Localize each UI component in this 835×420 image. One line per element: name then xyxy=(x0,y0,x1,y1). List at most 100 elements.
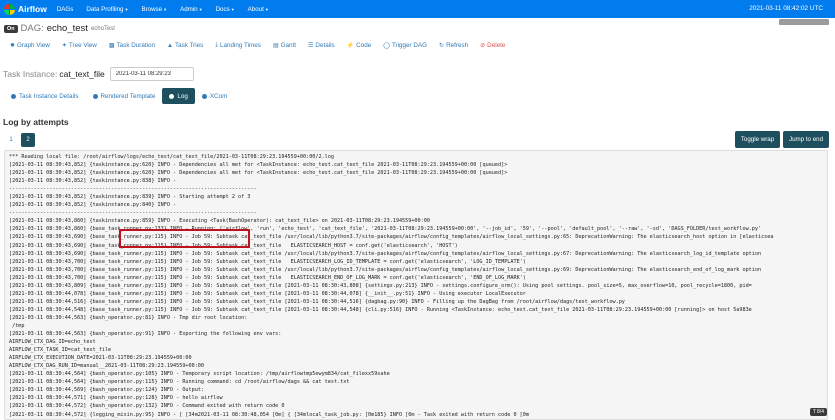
brand-name: Airflow xyxy=(18,4,47,14)
nav-dags-label: DAGs xyxy=(56,5,74,13)
log-line: [2021-03-11 08:30:43,860] {base_task_run… xyxy=(9,226,762,233)
bullet-icon xyxy=(92,93,98,99)
bullet-icon xyxy=(11,93,16,99)
chevron-down-icon: ▼ xyxy=(163,6,168,12)
task-tries-link[interactable]: ▲ Task Tries xyxy=(167,42,203,49)
log-line: [2021-03-11 08:30:44,563] {bash_operator… xyxy=(9,314,248,321)
nav-data-profiling-label: Data Profiling xyxy=(86,5,124,13)
task-tries-label: Task Tries xyxy=(174,42,204,49)
log-line: [2021-03-11 08:30:43,860] {taskinstance.… xyxy=(9,218,430,225)
log-line: [2021-03-11 08:30:43,700] {base_task_run… xyxy=(9,274,526,281)
dag-action-nav: ✹ Graph View ✦ Tree View ▩ Task Duration ▲ T… xyxy=(10,42,517,49)
nav-browse[interactable]: Browse▼ xyxy=(141,6,167,13)
gantt-icon: ▤ xyxy=(272,43,279,49)
log-line: [2021-03-11 08:30:44,563] {bash_operator… xyxy=(9,331,282,338)
landing-times-label: Landing Times xyxy=(219,42,261,49)
tries-icon: ▲ xyxy=(167,42,173,49)
bullet-icon xyxy=(169,93,175,99)
delete-label: Delete xyxy=(487,42,506,49)
log-line: [2021-03-11 08:30:44,572] {logging_mixin… xyxy=(9,411,529,418)
tree-view-label: Tree View xyxy=(68,42,97,49)
log-line: AIRFLOW_CTX_TASK_ID=cat_text_file xyxy=(9,347,112,354)
tab-log[interactable]: Log xyxy=(162,88,195,104)
brand[interactable]: Airflow xyxy=(4,3,47,15)
graph-view-link[interactable]: ✹ Graph View xyxy=(10,42,50,49)
dag-prefix: DAG: xyxy=(20,23,44,34)
nav-about-label: About xyxy=(247,5,264,13)
trigger-icon: ◯ xyxy=(383,43,390,49)
log-line: [2021-03-11 08:30:43,690] {base_task_run… xyxy=(9,250,762,257)
log-line: ----------------------------------------… xyxy=(9,210,257,217)
attempt-tab-2[interactable]: 2 xyxy=(21,133,35,147)
refresh-label: Refresh xyxy=(446,42,469,49)
execution-date-input[interactable] xyxy=(109,67,194,81)
nav-docs[interactable]: Docs▼ xyxy=(216,6,235,13)
log-line: /tmp xyxy=(9,322,25,329)
tab-xcom[interactable]: XCom xyxy=(195,88,235,104)
nav-data-profiling[interactable]: Data Profiling▼ xyxy=(86,6,128,13)
schedule-badge xyxy=(779,19,829,25)
log-line: [2021-03-11 08:30:43,690] {base_task_run… xyxy=(9,234,774,241)
task-instance-label: Task Instance: xyxy=(3,69,58,79)
utc-clock: 2021-03-11 08:42:02 UTC xyxy=(749,5,823,12)
log-line: [2021-03-11 08:30:43,690] {base_task_run… xyxy=(9,242,458,249)
task-instance-name: cat_text_file xyxy=(59,69,105,79)
details-label: Details xyxy=(315,42,335,49)
chevron-down-icon: ▼ xyxy=(230,6,235,12)
log-line: [2021-03-11 08:30:44,516] {base_task_run… xyxy=(9,298,625,305)
details-link[interactable]: ☰ Details xyxy=(308,42,335,49)
log-output[interactable]: *** Reading local file: /root/airflow/lo… xyxy=(4,150,828,420)
log-line: [2021-03-11 08:30:43,852] {taskinstance.… xyxy=(9,178,177,185)
task-duration-link[interactable]: ▩ Task Duration xyxy=(109,42,155,49)
trigger-dag-link[interactable]: ◯ Trigger DAG xyxy=(383,42,427,49)
log-line: [2021-03-11 08:30:44,548] {base_task_run… xyxy=(9,306,752,313)
tab-rendered-template[interactable]: Rendered Template xyxy=(86,88,163,104)
bullet-icon xyxy=(201,93,207,99)
log-line: *** Reading local file: /root/airflow/lo… xyxy=(9,154,334,160)
task-duration-label: Task Duration xyxy=(116,42,156,49)
log-line: [2021-03-11 08:30:43,852] {taskinstance.… xyxy=(9,194,251,201)
delete-link[interactable]: ⊘ Delete xyxy=(480,42,505,49)
log-line: [2021-03-11 08:30:43,809] {base_task_run… xyxy=(9,282,752,289)
log-line: [2021-03-11 08:30:44,571] {bash_operator… xyxy=(9,395,223,402)
log-line: [2021-03-11 08:30:44,564] {bash_operator… xyxy=(9,379,350,386)
task-instance-row: Task Instance: cat_text_file xyxy=(3,67,194,81)
gantt-link[interactable]: ▤ Gantt xyxy=(273,42,296,49)
corner-badge: T 8/4 xyxy=(809,408,827,416)
graph-icon: ✹ xyxy=(10,43,16,49)
log-heading: Log by attempts xyxy=(3,117,69,127)
tree-view-link[interactable]: ✦ Tree View xyxy=(62,42,97,49)
log-line: [2021-03-11 08:30:44,078] {base_task_run… xyxy=(9,290,526,297)
nav-dags[interactable]: DAGs xyxy=(57,6,74,13)
tab-label: Rendered Template xyxy=(100,92,156,100)
log-line: [2021-03-11 08:30:43,700] {base_task_run… xyxy=(9,266,762,273)
code-link[interactable]: ⚡ Code xyxy=(347,42,372,49)
landing-times-link[interactable]: ⤓ Landing Times xyxy=(215,42,261,49)
graph-view-label: Graph View xyxy=(17,42,50,49)
attempt-tab-1[interactable]: 1 xyxy=(4,133,18,147)
nav-about[interactable]: About▼ xyxy=(248,6,269,13)
log-line: AIRFLOW_CTX_DAG_ID=echo_test xyxy=(9,339,96,346)
toggle-wrap-button[interactable]: Toggle wrap xyxy=(735,131,780,148)
log-line: [2021-03-11 08:30:43,852] {taskinstance.… xyxy=(9,202,177,209)
dag-title: echo_test xyxy=(46,23,88,34)
jump-to-end-button[interactable]: Jump to end xyxy=(783,131,829,148)
dag-on-toggle[interactable]: On xyxy=(4,24,18,33)
refresh-link[interactable]: ↻ Refresh xyxy=(439,42,468,49)
nav-admin-label: Admin xyxy=(180,5,198,13)
log-line: [2021-03-11 08:30:43,852] {taskinstance.… xyxy=(9,162,508,169)
details-icon: ☰ xyxy=(308,43,314,49)
log-line: AIRFLOW_CTX_EXECUTION_DATE=2021-03-11T08… xyxy=(9,355,192,362)
log-line: [2021-03-11 08:30:43,852] {taskinstance.… xyxy=(9,170,508,177)
nav-admin[interactable]: Admin▼ xyxy=(180,6,203,13)
tree-icon: ✦ xyxy=(61,43,67,49)
tab-label: XCom xyxy=(209,92,228,100)
airflow-logo-icon xyxy=(4,3,15,15)
log-line: [2021-03-11 08:30:44,572] {bash_operator… xyxy=(9,403,285,410)
tab-task-instance-details[interactable]: Task Instance Details xyxy=(4,88,86,104)
gantt-label: Gantt xyxy=(280,42,297,49)
dag-header: On DAG: echo_test echoTest xyxy=(4,23,115,34)
nav-docs-label: Docs xyxy=(215,5,230,13)
code-label: Code xyxy=(356,42,372,49)
chevron-down-icon: ▼ xyxy=(198,6,203,12)
